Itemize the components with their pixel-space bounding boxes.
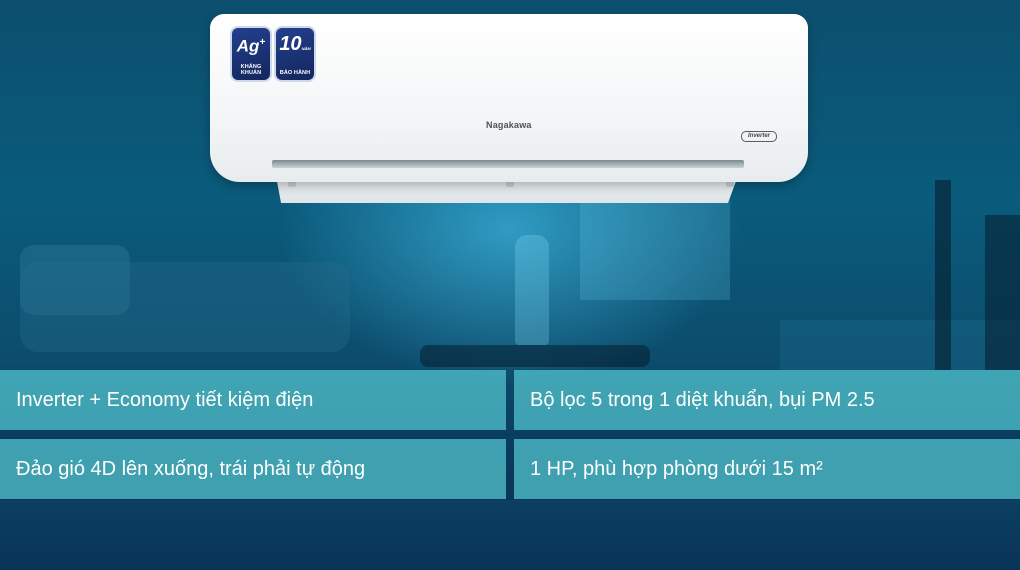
feature-tile: Bộ lọc 5 trong 1 diệt khuẩn, bụi PM 2.5: [514, 370, 1020, 430]
antibacterial-badge: Ag+ KHÁNG KHUẨN: [232, 28, 270, 80]
feature-text: Đảo gió 4D lên xuống, trái phải tự động: [16, 457, 366, 480]
bottom-band: [0, 500, 1020, 570]
sofa-silhouette: [20, 262, 350, 352]
feature-tile: Đảo gió 4D lên xuống, trái phải tự động: [0, 439, 506, 499]
badge-antibacterial-caption: KHÁNG KHUẨN: [240, 64, 262, 76]
warranty-badge: 10NĂM BẢO HÀNH: [276, 28, 314, 80]
air-outlet-slot: [272, 160, 744, 168]
badge-warranty-unit: NĂM: [301, 46, 311, 51]
feature-tile: Inverter + Economy tiết kiệm điện: [0, 370, 506, 430]
vase-silhouette: [515, 235, 549, 345]
pillar-silhouette: [985, 215, 1020, 370]
brand-logo: Nagakawa: [486, 120, 532, 130]
badge-ag-sup: +: [259, 37, 266, 48]
shelf-silhouette: [780, 320, 1020, 370]
pillar-silhouette: [935, 180, 951, 370]
feature-text: 1 HP, phù hợp phòng dưới 15 m²: [530, 457, 823, 480]
feature-text: Inverter + Economy tiết kiệm điện: [16, 388, 314, 411]
feature-text: Bộ lọc 5 trong 1 diệt khuẩn, bụi PM 2.5: [530, 388, 875, 411]
feature-tile: 1 HP, phù hợp phòng dưới 15 m²: [514, 439, 1020, 499]
badge-warranty-caption: BẢO HÀNH: [279, 70, 311, 76]
air-conditioner-unit: Ag+ KHÁNG KHUẨN 10NĂM BẢO HÀNH Nagakawa …: [210, 14, 808, 182]
inverter-label: Inverter: [741, 131, 777, 142]
badge-warranty-years: 10: [279, 33, 302, 55]
coffee-table-silhouette: [420, 345, 650, 367]
badge-ag-text: Ag: [236, 36, 260, 56]
window-light: [580, 190, 730, 300]
